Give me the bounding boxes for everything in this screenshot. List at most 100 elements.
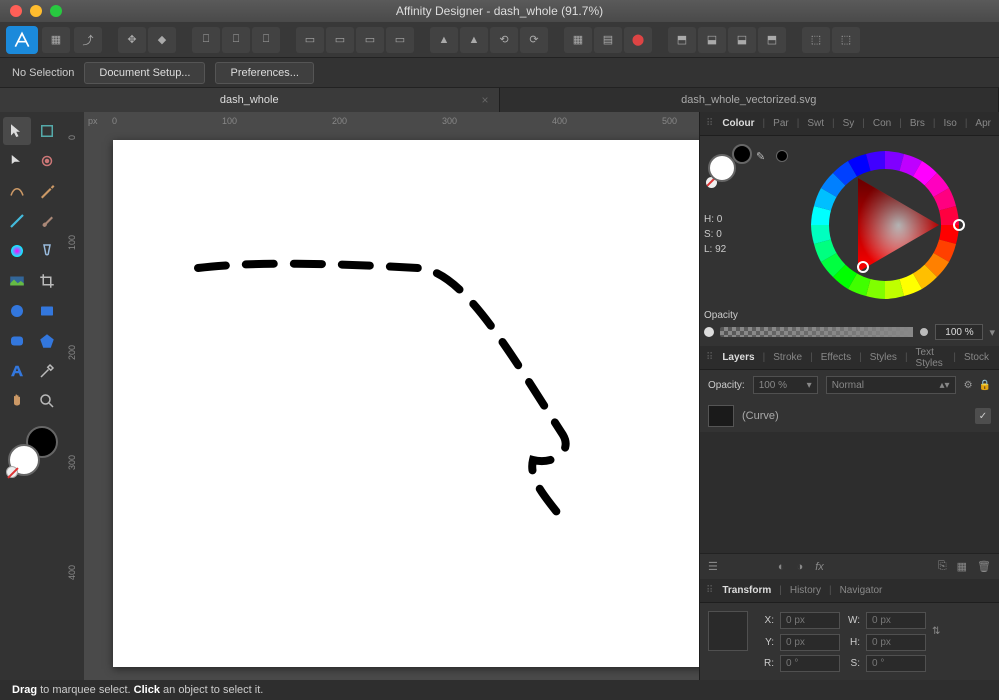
tab-brushes[interactable]: Brs [906,118,929,129]
insert-behind-icon[interactable]: ⬚ [802,27,830,53]
curve-artwork[interactable] [113,140,699,680]
mask-icon[interactable]: ◐ [778,561,785,573]
rotate-cw-icon[interactable]: ⟳ [520,27,548,53]
order-front-icon[interactable]: ⬒ [758,27,786,53]
eyedropper-icon[interactable]: ✎ [756,150,765,163]
transform-w-field[interactable]: 0 px [866,612,926,629]
ellipse-shape-icon[interactable] [3,297,31,325]
persona-designer-icon[interactable] [6,26,38,54]
corner-tool-icon[interactable] [33,147,61,175]
ungroup-icon[interactable]: ▭ [326,27,354,53]
adjustment-icon[interactable]: ◑ [797,561,804,573]
tab-isometric[interactable]: Iso [939,118,960,129]
transform-r-field[interactable]: 0 ° [780,655,840,672]
polygon-shape-icon[interactable] [33,327,61,355]
transform-h-field[interactable]: 0 px [866,634,926,651]
chevron-down-icon[interactable]: ▾ [989,326,995,339]
add-layer-icon[interactable]: ⎘ [938,560,947,573]
ruler-vertical[interactable]: 0 100 200 300 400 [64,132,84,680]
order-forward-icon[interactable]: ⬓ [728,27,756,53]
persona-pixel-icon[interactable]: ▦ [42,27,70,53]
layer-stack-icon[interactable]: ☰ [708,560,718,573]
place-image-tool-icon[interactable] [3,267,31,295]
rounded-rect-shape-icon[interactable] [3,327,31,355]
document-tab[interactable]: dash_whole × [0,88,500,112]
panel-grip-icon[interactable]: ⠿ [706,118,711,129]
tab-navigator[interactable]: Navigator [836,585,887,596]
ruler-origin[interactable] [64,112,84,132]
colour-wheel[interactable] [800,140,970,310]
tab-swatches[interactable]: Swt [803,118,828,129]
guides-icon[interactable]: ▤ [594,27,622,53]
fx-icon[interactable]: fx [815,561,824,573]
align-left-icon[interactable]: ⎕ [192,27,220,53]
align-center-icon[interactable]: ⎕ [222,27,250,53]
layer-visible-checkbox[interactable]: ✓ [975,408,991,424]
panel-fill-stroke-swatch[interactable] [708,144,752,188]
rectangle-shape-icon[interactable] [33,297,61,325]
transform-x-field[interactable]: 0 px [780,612,840,629]
layer-item[interactable]: (Curve) ✓ [700,400,999,432]
tab-transform[interactable]: Transform [718,585,775,596]
none-colour-icon[interactable] [6,466,18,478]
tab-effects[interactable]: Effects [817,352,855,363]
pencil-tool-icon[interactable] [3,177,31,205]
panel-stroke-swatch[interactable] [732,144,752,164]
opacity-slider[interactable] [720,327,913,337]
layer-blend-select[interactable]: Normal▴▾ [826,376,956,394]
layer-list[interactable]: (Curve) ✓ [700,400,999,553]
tab-styles[interactable]: Styles [866,352,901,363]
window-close-icon[interactable] [10,5,22,17]
pen-tool-icon[interactable] [33,177,61,205]
tab-layers[interactable]: Layers [718,352,758,363]
layer-opacity-select[interactable]: 100 %▾ [753,376,818,394]
tab-stroke[interactable]: Stroke [769,352,806,363]
group-icon[interactable]: ▭ [296,27,324,53]
artboard[interactable] [113,140,699,667]
add-pixel-layer-icon[interactable]: ▦ [957,560,967,573]
lock-icon[interactable]: 🔒 [979,380,991,391]
tab-stock[interactable]: Stock [960,352,993,363]
canvas[interactable] [84,132,699,680]
sampled-colour-icon[interactable] [776,150,788,162]
tab-history[interactable]: History [786,585,825,596]
paintbrush-tool-icon[interactable] [33,207,61,235]
brush-tool-icon[interactable] [3,207,31,235]
transform-anchor-picker[interactable] [708,611,748,651]
node-tool-icon[interactable] [3,147,31,175]
order-backward-icon[interactable]: ⬓ [698,27,726,53]
artboard-tool-icon[interactable] [33,117,61,145]
fill-stroke-swatch[interactable] [8,426,58,476]
link-dimensions-icon[interactable]: ⇅ [932,626,948,637]
tab-appearance[interactable]: Apr [971,118,995,129]
align-right-icon[interactable]: ⎕ [252,27,280,53]
delete-layer-icon[interactable]: 🗑 [977,560,991,573]
opacity-handle-icon[interactable] [919,327,929,337]
zoom-tool-icon[interactable] [33,387,61,415]
flip-v-icon[interactable]: ▲ [460,27,488,53]
transparency-tool-icon[interactable] [33,237,61,265]
gear-icon[interactable]: ⚙ [964,380,973,391]
panel-grip-icon[interactable]: ⠿ [706,352,711,363]
transform-y-field[interactable]: 0 px [780,634,840,651]
snap-icon[interactable]: ⬤ [624,27,652,53]
preferences-button[interactable]: Preferences... [215,62,313,84]
tab-text-styles[interactable]: Text Styles [912,347,950,369]
text-tool-icon[interactable] [3,357,31,385]
panel-grip-icon[interactable]: ⠿ [706,585,711,596]
transform-s-field[interactable]: 0 ° [866,655,926,672]
order-back-icon[interactable]: ⬒ [668,27,696,53]
move-tool-icon[interactable] [3,117,31,145]
layer-effects-icon[interactable]: ◆ [148,27,176,53]
opacity-field[interactable]: 100 % [935,324,983,340]
grid-icon[interactable]: ▦ [564,27,592,53]
insert-inside-icon[interactable]: ⬚ [832,27,860,53]
eyedropper-tool-icon[interactable] [33,357,61,385]
fill-tool-icon[interactable] [3,237,31,265]
crop-tool-icon[interactable] [33,267,61,295]
window-zoom-icon[interactable] [50,5,62,17]
document-setup-button[interactable]: Document Setup... [84,62,205,84]
window-minimize-icon[interactable] [30,5,42,17]
hand-tool-icon[interactable] [3,387,31,415]
persona-export-icon[interactable]: ⤴ [74,27,102,53]
